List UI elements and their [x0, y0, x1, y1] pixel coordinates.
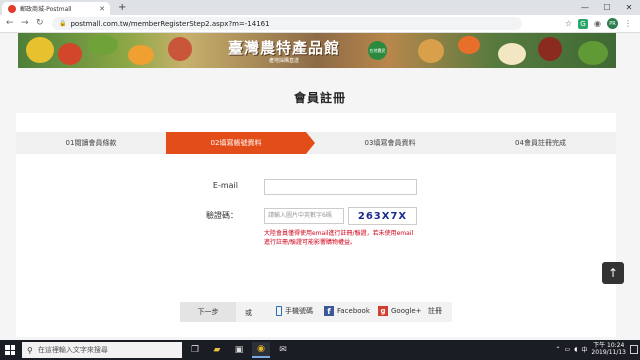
file-explorer-icon[interactable]: ▰	[208, 342, 226, 358]
register-card: 01閱讀會員條款 02填寫帳號資料 03填寫會員資料 04會員註冊完成 E-ma…	[16, 113, 616, 337]
address-toolbar: ← → ↻ 🔒 postmall.com.tw/memberRegisterSt…	[0, 15, 640, 33]
reload-icon[interactable]: ↻	[36, 18, 44, 28]
clock-date: 2019/11/13	[591, 349, 626, 356]
facebook-label: Facebook	[337, 307, 370, 315]
task-view-icon[interactable]: ❐	[186, 342, 204, 358]
banner-seal: 在地農民	[368, 41, 387, 60]
menu-kebab-icon[interactable]: ⋮	[624, 19, 632, 28]
bookmark-star-icon[interactable]: ☆	[565, 19, 572, 28]
action-row: 下一步 或 手機號碼 f Facebook g Google+ 註冊	[180, 302, 452, 322]
register-label: 註冊	[428, 307, 442, 315]
toolbar-icons: ☆ G ◉ PR ⋮	[565, 18, 632, 29]
phone-icon	[276, 306, 282, 316]
forward-icon[interactable]: →	[21, 18, 29, 28]
vegetable-decoration	[578, 41, 608, 65]
close-window-icon[interactable]: ✕	[618, 0, 640, 15]
tab-title: 郵政商城-Postmall	[20, 6, 72, 13]
clock-time: 下午 10:24	[593, 342, 625, 349]
google-login-button[interactable]: g Google+	[378, 306, 422, 316]
captcha-input[interactable]: 請輸入圖片中英數字6碼	[264, 208, 344, 224]
url-text: postmall.com.tw/memberRegisterStep2.aspx…	[70, 19, 270, 28]
step-1: 01閱讀會員條款	[65, 139, 117, 147]
banner-title: 臺灣農特產品館	[228, 39, 341, 57]
food-decoration	[538, 37, 562, 61]
volume-icon[interactable]: ◖	[574, 346, 577, 353]
page-title: 會員註冊	[293, 91, 346, 105]
tray-up-icon[interactable]: ⌃	[556, 346, 561, 353]
extension-icon[interactable]: G	[578, 18, 589, 29]
page-content: 臺灣農特產品館 產地採購直送 在地農民 會員註冊 01閱讀會員條款 02填寫帳號…	[0, 33, 640, 340]
url-bar[interactable]: 🔒 postmall.com.tw/memberRegisterStep2.as…	[52, 17, 522, 30]
postmall-favicon-icon	[8, 4, 16, 13]
taskbar-apps: ❐ ▰ ▣ ◉ ✉	[186, 342, 292, 358]
window-controls: — ☐ ✕	[574, 0, 640, 15]
windows-taskbar: ⚲ 在這裡輸入文字來搜尋 ❐ ▰ ▣ ◉ ✉ ⌃ ▭ ◖ 中 下午 10:24 …	[0, 340, 640, 360]
banner-subtitle: 產地採購直送	[269, 58, 300, 64]
input-language[interactable]: 中	[581, 345, 587, 354]
step-4: 04會員註冊完成	[515, 139, 566, 147]
minimize-icon[interactable]: —	[574, 0, 596, 15]
facebook-login-button[interactable]: f Facebook	[324, 306, 370, 316]
vegetable-decoration	[88, 35, 118, 55]
food-decoration	[498, 43, 526, 65]
email-label: E-mail	[212, 181, 238, 190]
promo-banner[interactable]: 臺灣農特產品館 產地採購直送 在地農民	[18, 33, 616, 68]
mail-icon[interactable]: ✉	[274, 342, 292, 358]
food-decoration	[168, 37, 192, 61]
chrome-icon[interactable]: ◉	[252, 342, 270, 358]
step-2-active: 02填寫帳號資料	[166, 132, 306, 154]
system-tray: ⌃ ▭ ◖ 中 下午 10:24 2019/11/13	[556, 342, 626, 356]
email-field[interactable]	[264, 179, 417, 195]
windows-start-icon[interactable]	[5, 345, 15, 355]
step-3: 03填寫會員資料	[364, 139, 416, 147]
phone-register-button[interactable]: 手機號碼	[276, 306, 313, 316]
captcha-placeholder: 請輸入圖片中英數字6碼	[268, 212, 332, 219]
new-tab-button[interactable]: +	[118, 2, 126, 13]
google-label: Google+	[391, 307, 422, 315]
fruit-decoration	[128, 45, 154, 65]
browser-tab[interactable]: 郵政商城-Postmall ✕	[2, 2, 110, 15]
search-icon: ⚲	[27, 345, 33, 355]
scroll-to-top-button[interactable]: ↑	[602, 262, 624, 284]
taskbar-search[interactable]: ⚲ 在這裡輸入文字來搜尋	[22, 342, 182, 358]
close-tab-icon[interactable]: ✕	[99, 5, 105, 13]
store-icon[interactable]: ▣	[230, 342, 248, 358]
maximize-icon[interactable]: ☐	[596, 0, 618, 15]
captcha-label: 驗證碼：	[206, 211, 238, 220]
clock[interactable]: 下午 10:24 2019/11/13	[591, 342, 626, 356]
email-value	[265, 183, 268, 190]
arrow-up-icon: ↑	[607, 266, 619, 280]
network-icon[interactable]: ▭	[565, 346, 571, 353]
step-arrow	[306, 132, 315, 154]
region-note: 大陸會員僅得使用email進行註冊/驗證，若未使用email進行註冊/驗證可能影…	[264, 230, 414, 246]
captcha-image[interactable]: 263X7X	[348, 207, 417, 225]
food-decoration	[418, 39, 444, 63]
profile-avatar[interactable]: PR	[607, 18, 618, 29]
next-step-button[interactable]: 下一步	[180, 302, 236, 322]
back-icon[interactable]: ←	[6, 18, 14, 28]
step-progress: 01閱讀會員條款 02填寫帳號資料 03填寫會員資料 04會員註冊完成	[16, 132, 616, 154]
phone-register-label: 手機號碼	[285, 307, 313, 315]
lock-icon: 🔒	[59, 20, 67, 27]
lantern-decoration	[458, 36, 480, 54]
facebook-icon: f	[324, 306, 334, 316]
or-label: 或	[245, 309, 252, 317]
browser-tab-bar: 郵政商城-Postmall ✕ + — ☐ ✕	[0, 0, 640, 15]
extension-puzzle-icon[interactable]: ◉	[594, 19, 601, 28]
notification-icon[interactable]	[630, 345, 638, 354]
google-plus-icon: g	[378, 306, 388, 316]
taskbar-search-placeholder: 在這裡輸入文字來搜尋	[37, 346, 108, 354]
fruit-decoration	[58, 43, 82, 65]
fruit-decoration	[26, 37, 54, 63]
